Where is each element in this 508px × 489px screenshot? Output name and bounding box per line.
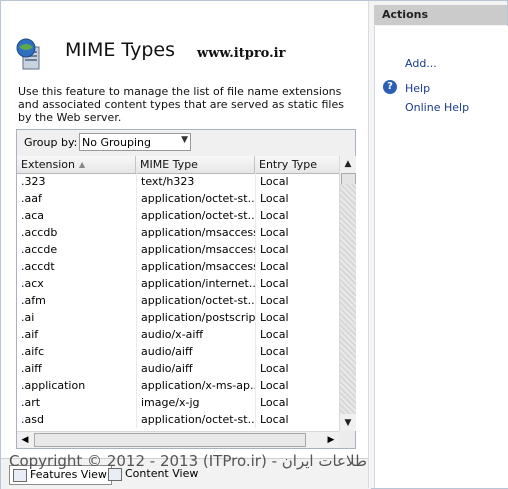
online-help-action-link[interactable]: Online Help [405, 101, 469, 114]
table-row[interactable]: .application application/x-ms-ap... Local [17, 377, 339, 394]
actions-pane: Add... ? Help Online Help [374, 26, 508, 488]
scroll-up-arrow-icon[interactable]: ▲ [340, 156, 356, 172]
features-view-icon [13, 469, 27, 482]
entry-type-cell: Local [255, 207, 339, 224]
extension-cell: .aif [21, 328, 39, 341]
table-row[interactable]: .aifc audio/aiff Local [17, 343, 339, 360]
extension-cell: .art [21, 396, 41, 409]
mime-types-window: MIME Types www.itpro.ir Use this feature… [0, 0, 508, 489]
table-row[interactable]: .323 text/h323 Local [17, 173, 339, 190]
entry-type-cell: Local [255, 343, 339, 360]
mime-type-cell: application/octet-st... [136, 190, 255, 207]
entry-type-cell: Local [255, 309, 339, 326]
extension-cell: .323 [21, 175, 46, 188]
entry-type-cell: Local [255, 411, 339, 428]
help-action-link[interactable]: Help [405, 82, 430, 95]
extension-cell: .aaf [21, 192, 42, 205]
help-icon: ? [383, 80, 397, 94]
entry-type-cell: Local [255, 275, 339, 292]
extension-cell: .asd [21, 413, 44, 426]
horizontal-scroll-thumb[interactable] [34, 433, 306, 447]
table-row[interactable]: .aca application/octet-st... Local [17, 207, 339, 224]
table-row[interactable]: .asd application/octet-st... Local [17, 411, 339, 428]
scroll-down-arrow-icon[interactable]: ▼ [340, 415, 356, 431]
vertical-scrollbar[interactable]: ▲ ▼ [339, 156, 356, 431]
chevron-down-icon: ▼ [181, 135, 188, 145]
extension-cell: .afm [21, 294, 46, 307]
entry-type-cell: Local [255, 360, 339, 377]
page-title: MIME Types [65, 39, 175, 61]
entry-type-cell: Local [255, 326, 339, 343]
mime-types-list: Group by: No Grouping ▼ Extension ▲ MIME… [16, 129, 356, 449]
vertical-scroll-track[interactable] [340, 184, 356, 414]
mime-type-cell: image/x-jg [136, 394, 255, 411]
extension-cell: .accdt [21, 260, 55, 273]
watermark-url: www.itpro.ir [197, 46, 286, 61]
group-by-dropdown[interactable]: No Grouping ▼ [79, 133, 191, 151]
server-icon [15, 37, 47, 71]
table-row[interactable]: .accde application/msaccess Local [17, 241, 339, 258]
entry-type-cell: Local [255, 258, 339, 275]
mime-type-cell: application/octet-st... [136, 411, 255, 428]
entry-type-cell: Local [255, 241, 339, 258]
entry-type-cell: Local [255, 190, 339, 207]
entry-type-cell: Local [255, 377, 339, 394]
actions-header: Actions [374, 5, 507, 25]
table-rows: .323 text/h323 Local .aaf application/octet-… [17, 173, 339, 431]
column-header-mime-type[interactable]: MIME Type [136, 156, 255, 173]
table-row[interactable]: .art image/x-jg Local [17, 394, 339, 411]
feature-description: Use this feature to manage the list of f… [18, 85, 344, 124]
scroll-right-arrow-icon[interactable]: ▶ [323, 432, 339, 448]
column-header-extension[interactable]: Extension ▲ [17, 156, 136, 173]
extension-cell: .aiff [21, 362, 42, 375]
actions-pane-top: Actions [374, 1, 507, 26]
table-row[interactable]: .acx application/internet... Local [17, 275, 339, 292]
add-action-link[interactable]: Add... [405, 57, 437, 70]
extension-cell: .aifc [21, 345, 45, 358]
extension-cell: .accde [21, 243, 58, 256]
group-by-label: Group by: [24, 136, 78, 149]
mime-type-cell: application/msaccess [136, 224, 255, 241]
table-row[interactable]: .accdb application/msaccess Local [17, 224, 339, 241]
mime-type-cell: text/h323 [136, 173, 255, 190]
mime-type-cell: application/msaccess [136, 241, 255, 258]
mime-type-cell: application/internet... [136, 275, 255, 292]
column-header-entry-type[interactable]: Entry Type [255, 156, 339, 173]
entry-type-cell: Local [255, 173, 339, 190]
mime-type-cell: application/x-ms-ap... [136, 377, 255, 394]
group-by-value: No Grouping [82, 136, 151, 149]
mime-type-cell: audio/x-aiff [136, 326, 255, 343]
mime-type-cell: audio/aiff [136, 343, 255, 360]
table-row[interactable]: .aif audio/x-aiff Local [17, 326, 339, 343]
scrollbar-corner [339, 431, 355, 448]
column-header-row: Extension ▲ MIME Type Entry Type [17, 156, 339, 174]
extension-cell: .ai [21, 311, 35, 324]
mime-type-cell: audio/aiff [136, 360, 255, 377]
table-row[interactable]: .aaf application/octet-st... Local [17, 190, 339, 207]
extension-cell: .acx [21, 277, 44, 290]
extension-cell: .accdb [21, 226, 58, 239]
table-row[interactable]: .accdt application/msaccess Local [17, 258, 339, 275]
sort-ascending-icon: ▲ [79, 160, 86, 169]
table-row[interactable]: .ai application/postscript Local [17, 309, 339, 326]
extension-cell: .application [21, 379, 86, 392]
mime-type-cell: application/msaccess [136, 258, 255, 275]
main-pane: MIME Types www.itpro.ir Use this feature… [1, 1, 508, 489]
horizontal-scrollbar[interactable]: ◀ ▶ [17, 431, 339, 448]
extension-cell: .aca [21, 209, 45, 222]
table-row[interactable]: .aiff audio/aiff Local [17, 360, 339, 377]
group-by-bar: Group by: No Grouping ▼ [17, 130, 355, 157]
mime-type-cell: application/octet-st... [136, 292, 255, 309]
entry-type-cell: Local [255, 224, 339, 241]
table-row[interactable]: .afm application/octet-st... Local [17, 292, 339, 309]
scroll-left-arrow-icon[interactable]: ◀ [17, 432, 33, 448]
mime-type-cell: application/octet-st... [136, 207, 255, 224]
mime-type-cell: application/postscript [136, 309, 255, 326]
entry-type-cell: Local [255, 394, 339, 411]
entry-type-cell: Local [255, 292, 339, 309]
